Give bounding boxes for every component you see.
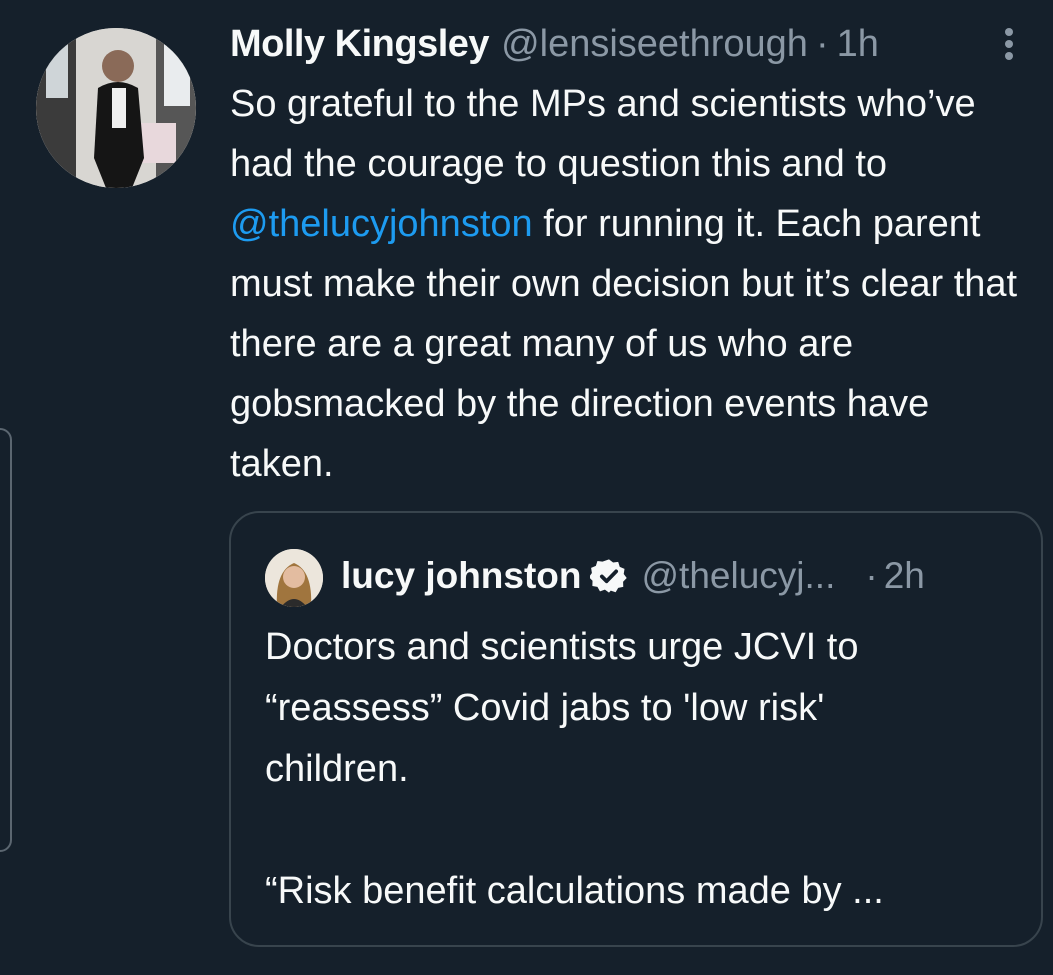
tweet-page: Molly Kingsley @lensiseethrough · 1h So … bbox=[0, 0, 1053, 975]
quoted-author-avatar bbox=[265, 549, 323, 607]
quoted-header-separator: · bbox=[865, 555, 878, 596]
header-separator: · bbox=[815, 22, 829, 65]
quoted-author-handle: @thelucyj... bbox=[641, 555, 836, 596]
verified-badge-icon bbox=[589, 559, 627, 593]
quoted-tweet-timestamp: 2h bbox=[883, 555, 925, 596]
quoted-text-excerpt: “Risk benefit calculations made by ... bbox=[265, 870, 884, 912]
mention-link[interactable]: @thelucyjohnston bbox=[230, 203, 533, 245]
quoted-author-name[interactable]: lucy johnston bbox=[341, 555, 582, 597]
author-handle[interactable]: @lensiseethrough bbox=[501, 23, 808, 66]
quoted-tweet-header: lucy johnston @thelucyj... · 2h bbox=[341, 551, 1021, 601]
quoted-tweet-body: Doctors and scientists urge JCVI to “rea… bbox=[265, 617, 1025, 922]
author-avatar[interactable] bbox=[36, 28, 196, 188]
author-avatar-image bbox=[36, 28, 196, 188]
tweet-timestamp[interactable]: 1h bbox=[837, 23, 879, 66]
tweet-text-after: for running it. Each parent must make th… bbox=[230, 203, 1028, 485]
quoted-tweet-card[interactable]: lucy johnston @thelucyj... · 2h Doctors … bbox=[229, 511, 1043, 947]
tweet-body: So grateful to the MPs and scientists wh… bbox=[230, 74, 1040, 494]
tweet-text-before: So grateful to the MPs and scientists wh… bbox=[230, 83, 987, 185]
quoted-text-line: “reassess” Covid jabs to 'low risk' bbox=[265, 687, 825, 729]
more-vertical-icon[interactable] bbox=[989, 24, 1029, 64]
author-name[interactable]: Molly Kingsley bbox=[230, 23, 490, 66]
quoted-author-avatar-image bbox=[265, 549, 323, 607]
scroll-handle[interactable] bbox=[0, 428, 12, 852]
tweet-header: Molly Kingsley @lensiseethrough · 1h bbox=[230, 22, 1033, 66]
quoted-text-line: Doctors and scientists urge JCVI to bbox=[265, 626, 859, 668]
quoted-text-line: children. bbox=[265, 748, 409, 790]
